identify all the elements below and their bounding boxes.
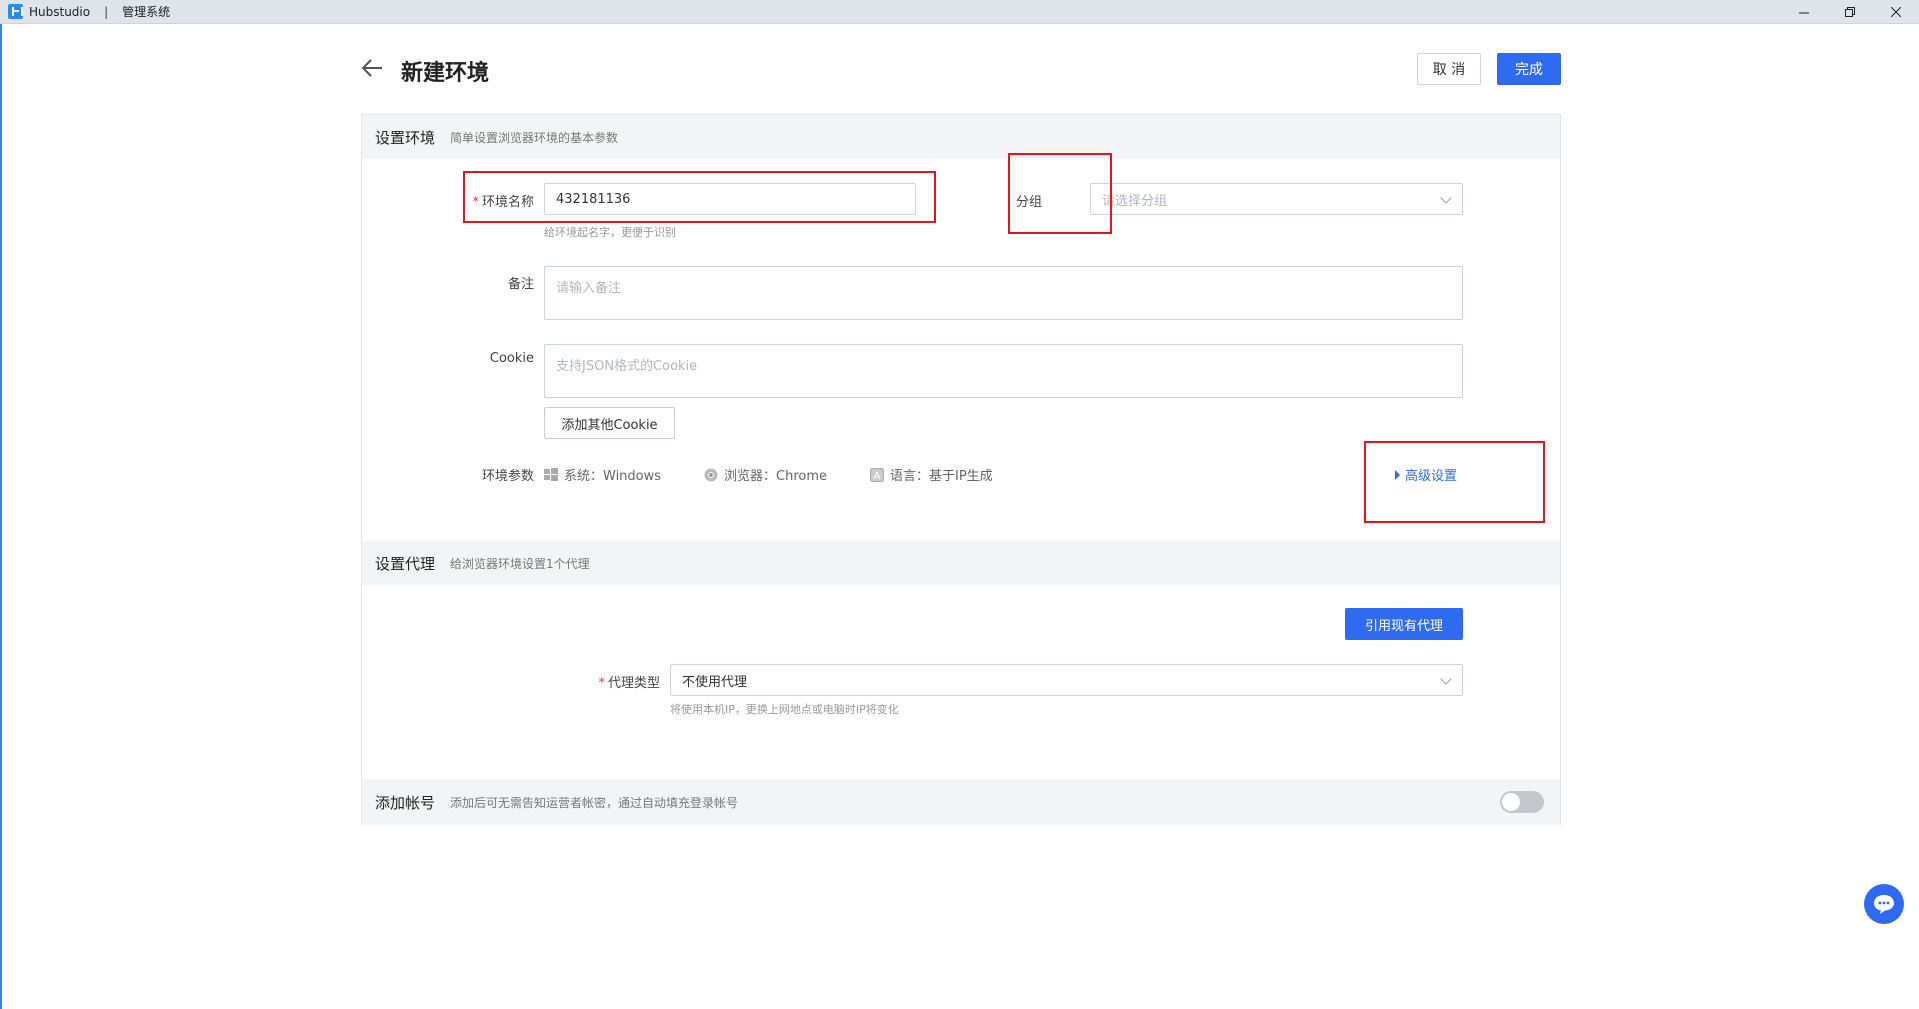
env-section-desc: 简单设置浏览器环境的基本参数 xyxy=(450,130,619,145)
proxy-type-hint: 将使用本机IP，更换上网地点或电脑时IP将变化 xyxy=(670,703,899,716)
language-icon: A xyxy=(870,467,884,482)
windows-icon xyxy=(544,467,558,481)
param-language-text: 语言：基于IP生成 xyxy=(890,469,993,484)
env-section-title: 设置环境 xyxy=(375,128,436,147)
group-label: 分组 xyxy=(1015,195,1042,210)
create-environment-form: 设置环境 简单设置浏览器环境的基本参数 * 环境名称 432181136 给环境起… xyxy=(361,114,1561,825)
remark-label: 备注 xyxy=(507,277,534,292)
svg-text:A: A xyxy=(874,471,881,482)
param-browser: 浏览器：Chrome xyxy=(704,465,827,484)
window-controls xyxy=(1781,0,1919,24)
titlebar-separator: | xyxy=(104,4,109,19)
proxy-type-label: * 代理类型 xyxy=(562,672,660,691)
env-name-label-text: 环境名称 xyxy=(481,195,534,210)
env-name-label: * 环境名称 xyxy=(462,191,534,210)
proxy-type-label-text: 代理类型 xyxy=(607,676,660,691)
proxy-section-title: 设置代理 xyxy=(375,554,436,573)
app-section-title: 管理系统 xyxy=(122,5,171,19)
advanced-settings-link[interactable]: 高级设置 xyxy=(1395,465,1457,484)
account-section-header: 添加帐号 添加后可无需告知运营者帐密，通过自动填充登录帐号 xyxy=(362,779,1560,825)
cancel-button[interactable]: 取 消 xyxy=(1417,53,1481,85)
cookie-textarea[interactable]: 支持JSON格式的Cookie xyxy=(544,344,1463,398)
env-name-hint: 给环境起名字，更便于识别 xyxy=(544,226,676,239)
chat-support-button[interactable] xyxy=(1864,884,1904,924)
chrome-icon xyxy=(704,468,718,481)
minimize-icon xyxy=(1799,12,1809,14)
param-language: A 语言：基于IP生成 xyxy=(870,465,993,484)
chat-icon xyxy=(1874,895,1894,914)
proxy-type-value: 不使用代理 xyxy=(682,674,748,690)
cookie-label: Cookie xyxy=(489,351,534,366)
back-arrow-icon[interactable] xyxy=(360,57,384,79)
env-section-header: 设置环境 简单设置浏览器环境的基本参数 xyxy=(362,115,1560,159)
page-title: 新建环境 xyxy=(401,61,490,86)
proxy-section-desc: 给浏览器环境设置1个代理 xyxy=(450,556,590,571)
minimize-button[interactable] xyxy=(1781,0,1827,24)
account-section-title: 添加帐号 xyxy=(375,793,436,812)
close-icon xyxy=(1891,7,1901,17)
param-system: 系统：Windows xyxy=(544,465,661,484)
proxy-section-header: 设置代理 给浏览器环境设置1个代理 xyxy=(362,541,1560,585)
required-mark: * xyxy=(598,676,605,691)
use-existing-proxy-button[interactable]: 引用现有代理 xyxy=(1345,608,1463,640)
restore-button[interactable] xyxy=(1827,0,1873,24)
close-window-button[interactable] xyxy=(1873,0,1919,24)
add-cookie-button[interactable]: 添加其他Cookie xyxy=(544,407,675,439)
remark-textarea[interactable]: 请输入备注 xyxy=(544,266,1463,320)
param-browser-text: 浏览器：Chrome xyxy=(724,469,827,484)
hubstudio-logo-icon xyxy=(8,4,23,19)
chevron-down-icon xyxy=(1440,673,1452,685)
account-section-desc: 添加后可无需告知运营者帐密，通过自动填充登录帐号 xyxy=(450,795,739,810)
proxy-type-select[interactable]: 不使用代理 xyxy=(670,664,1463,696)
param-system-text: 系统：Windows xyxy=(564,469,662,484)
done-button[interactable]: 完成 xyxy=(1497,53,1561,85)
env-params-label: 环境参数 xyxy=(481,469,534,484)
env-name-input[interactable]: 432181136 xyxy=(544,183,916,215)
caret-right-icon xyxy=(1395,469,1400,480)
group-select-placeholder: 请选择分组 xyxy=(1102,193,1168,209)
group-select[interactable]: 请选择分组 xyxy=(1090,183,1463,215)
window-left-edge xyxy=(0,24,2,1009)
app-name: Hubstudio xyxy=(29,4,91,19)
add-account-toggle[interactable] xyxy=(1500,791,1544,813)
restore-icon xyxy=(1845,7,1855,17)
required-mark: * xyxy=(472,195,479,210)
chevron-down-icon xyxy=(1440,192,1452,204)
advanced-settings-label: 高级设置 xyxy=(1405,469,1458,484)
window-titlebar: Hubstudio | 管理系统 xyxy=(0,0,1919,24)
